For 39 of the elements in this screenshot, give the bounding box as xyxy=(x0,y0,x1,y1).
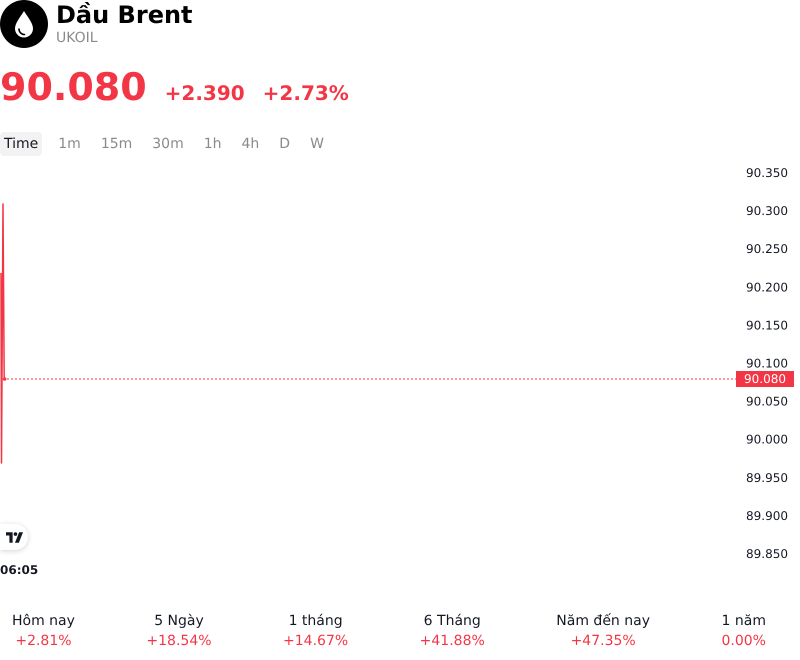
period-change: 0.00% xyxy=(722,632,766,651)
time-axis-label: 06:05 xyxy=(0,563,38,577)
price-change: +2.390 xyxy=(164,81,245,105)
period-change: +47.35% xyxy=(570,632,636,651)
price-axis-label: 90.000 xyxy=(746,432,788,447)
price-axis-label: 90.350 xyxy=(746,166,788,180)
period-label: Năm đến nay xyxy=(556,612,650,631)
price-axis-label: 90.250 xyxy=(746,242,788,256)
chart-logo-icon[interactable] xyxy=(0,524,28,550)
period-change: +2.81% xyxy=(15,632,72,651)
interval-tab[interactable]: 30m xyxy=(148,132,188,156)
price-axis-label: 90.150 xyxy=(746,318,788,332)
interval-tab[interactable]: 15m xyxy=(96,132,136,156)
instrument-symbol: UKOIL xyxy=(56,30,99,46)
instrument-name: Dầu Brent xyxy=(56,0,193,30)
last-price: 90.080 xyxy=(0,65,147,109)
price-change-percent: +2.73% xyxy=(262,81,349,105)
period-label: 6 Tháng xyxy=(424,612,481,631)
price-axis-label: 89.950 xyxy=(746,470,788,485)
period-change: +18.54% xyxy=(146,632,212,651)
price-axis-label: 89.900 xyxy=(746,508,788,523)
price-axis-label: 90.300 xyxy=(746,204,788,218)
period-change: +41.88% xyxy=(420,632,485,651)
last-price-label: 90.080 xyxy=(736,371,794,387)
interval-tab[interactable]: D xyxy=(275,132,294,156)
interval-tab[interactable]: 4h xyxy=(238,132,264,156)
period-label: 5 Ngày xyxy=(154,612,204,631)
interval-tab[interactable]: Time xyxy=(0,132,42,156)
period-label: 1 năm xyxy=(722,612,766,631)
period-change: +14.67% xyxy=(283,632,348,651)
interval-tab[interactable]: 1m xyxy=(54,132,85,156)
period-label: 1 tháng xyxy=(288,612,343,631)
period-label: Hôm nay xyxy=(12,612,75,631)
interval-tab[interactable]: W xyxy=(306,132,328,156)
price-axis-label: 90.050 xyxy=(746,394,788,409)
price-axis-label: 90.200 xyxy=(746,280,788,294)
interval-tab[interactable]: 1h xyxy=(200,132,226,156)
price-axis-label: 89.850 xyxy=(746,547,788,561)
price-axis-label: 90.100 xyxy=(746,356,788,370)
